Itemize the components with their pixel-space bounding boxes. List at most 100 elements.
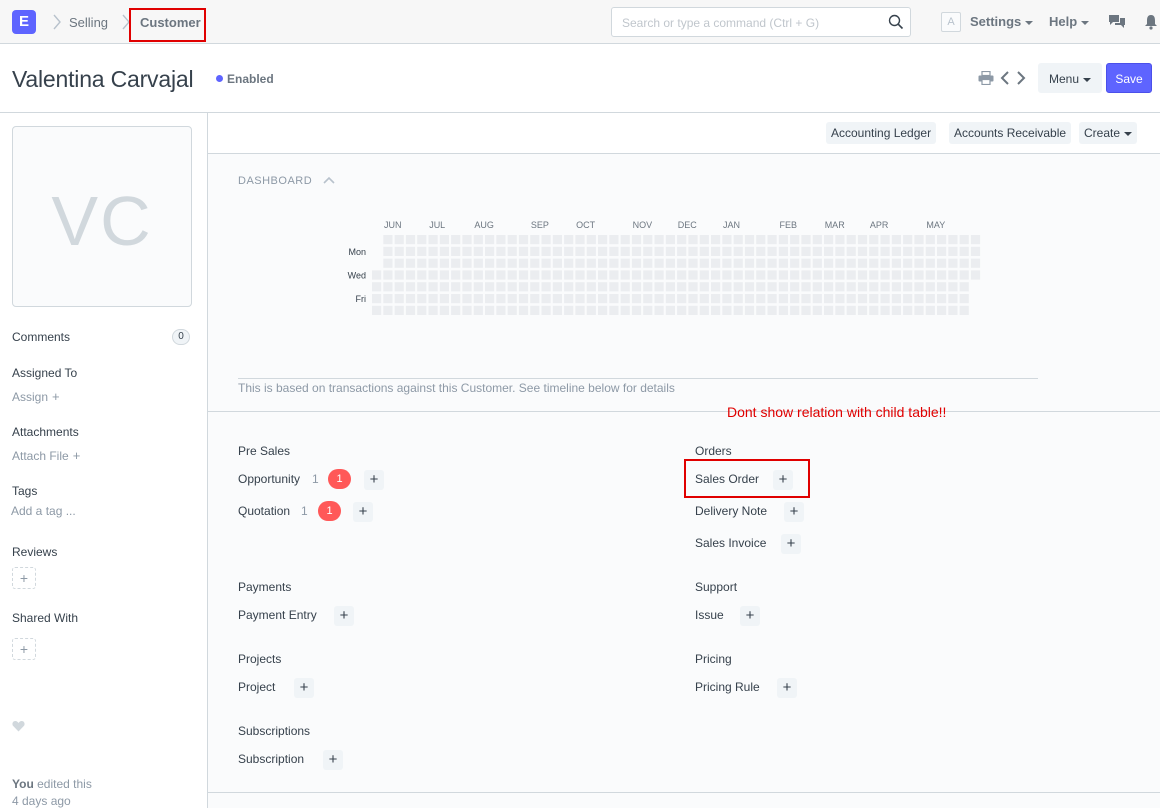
- link-pricing-rule[interactable]: Pricing Rule: [695, 680, 760, 694]
- heatmap-day-cell: [405, 305, 416, 315]
- attach-file-link[interactable]: Attach File +: [12, 448, 80, 463]
- breadcrumb-selling[interactable]: Selling: [69, 15, 108, 30]
- heatmap-day-cell: [586, 294, 596, 304]
- chevron-right-icon[interactable]: [1015, 70, 1027, 86]
- heatmap-day-cell: [677, 294, 687, 304]
- chat-icon[interactable]: [1108, 13, 1126, 31]
- add-review-button[interactable]: +: [12, 567, 36, 589]
- chevron-up-icon[interactable]: [323, 176, 335, 184]
- save-button[interactable]: Save: [1106, 63, 1152, 93]
- link-issue[interactable]: Issue: [695, 608, 724, 622]
- chevron-left-icon[interactable]: [999, 70, 1011, 86]
- heatmap-day-cell: [507, 282, 517, 292]
- heatmap-month-label: NOV: [633, 220, 653, 230]
- quotation-open-badge[interactable]: 1: [318, 501, 341, 521]
- heatmap-day-cell: [586, 235, 596, 245]
- help-dropdown[interactable]: Help: [1049, 14, 1090, 29]
- user-avatar[interactable]: A: [941, 12, 961, 32]
- add-opportunity-button[interactable]: +: [364, 470, 384, 490]
- heatmap-day-cell: [439, 305, 449, 315]
- heatmap-day-cell: [835, 305, 845, 315]
- heatmap-day-cell: [598, 246, 608, 256]
- accounts-receivable-button[interactable]: Accounts Receivable: [949, 122, 1072, 144]
- heatmap-day-cell: [790, 258, 800, 268]
- heatmap-day-cell: [631, 305, 642, 315]
- comments-label: Comments: [12, 330, 71, 344]
- add-pricing-rule-button[interactable]: +: [777, 678, 797, 698]
- settings-label: Settings: [970, 14, 1022, 29]
- heatmap-day-cell: [654, 246, 664, 256]
- heatmap-day-cell: [496, 294, 506, 304]
- heatmap-day-cell: [778, 235, 788, 245]
- heatmap-day-cell: [473, 270, 483, 280]
- menu-button[interactable]: Menu: [1038, 63, 1102, 93]
- link-project[interactable]: Project: [238, 680, 275, 694]
- add-sales-invoice-button[interactable]: +: [781, 534, 801, 554]
- heatmap-day-cell: [699, 235, 709, 245]
- heatmap-day-cell: [507, 246, 517, 256]
- heatmap-day-cell: [733, 305, 743, 315]
- link-subscription[interactable]: Subscription: [238, 752, 304, 766]
- app-logo[interactable]: E: [12, 10, 36, 34]
- heatmap-day-cell: [485, 270, 495, 280]
- heatmap-day-cell: [677, 282, 687, 292]
- printer-icon[interactable]: [978, 71, 994, 85]
- heatmap-day-cell: [462, 235, 472, 245]
- heatmap-day-cell: [925, 294, 935, 304]
- heatmap-day-cell: [439, 294, 449, 304]
- heatmap-day-cell: [914, 305, 924, 315]
- heatmap-day-cell: [643, 282, 653, 292]
- add-subscription-button[interactable]: +: [323, 750, 343, 770]
- heatmap-day-cell: [937, 305, 947, 315]
- link-delivery-note[interactable]: Delivery Note: [695, 504, 767, 518]
- add-tag-input[interactable]: Add a tag ...: [11, 504, 76, 518]
- heatmap-day-cell: [417, 270, 427, 280]
- opportunity-open-badge[interactable]: 1: [328, 469, 351, 489]
- group-pricing-title: Pricing: [695, 652, 732, 666]
- annotation-highlight-box: [684, 459, 810, 498]
- add-delivery-note-button[interactable]: +: [784, 502, 804, 522]
- add-issue-button[interactable]: +: [740, 606, 760, 626]
- link-sales-invoice[interactable]: Sales Invoice: [695, 536, 766, 550]
- heatmap-day-cell: [778, 258, 788, 268]
- heatmap-day-cell: [756, 235, 766, 245]
- customer-image[interactable]: VC: [12, 126, 192, 307]
- heatmap-day-cell: [541, 258, 551, 268]
- heatmap-day-cell: [891, 282, 901, 292]
- add-payment-entry-button[interactable]: +: [334, 606, 354, 626]
- heatmap-day-cell: [564, 258, 574, 268]
- heatmap-day-cell: [903, 270, 913, 280]
- heatmap-day-cell: [903, 258, 913, 268]
- group-support-title: Support: [695, 580, 738, 594]
- assign-link[interactable]: Assign +: [12, 389, 60, 404]
- search-input[interactable]: Search or type a command (Ctrl + G): [611, 7, 911, 37]
- heatmap-day-cell: [564, 305, 574, 315]
- heatmap-day-cell: [473, 294, 483, 304]
- heatmap-day-cell: [744, 235, 755, 245]
- link-quotation[interactable]: Quotation: [238, 504, 290, 518]
- search-icon[interactable]: [888, 14, 904, 30]
- chevron-right-icon: [53, 14, 61, 30]
- heatmap-day-cell: [428, 258, 438, 268]
- heatmap-day-cell: [790, 305, 800, 315]
- form-sidebar: VC Comments 0 Assigned To Assign + Attach…: [0, 113, 208, 808]
- settings-dropdown[interactable]: Settings: [970, 14, 1034, 29]
- heatmap-day-cell: [959, 305, 969, 315]
- add-quotation-button[interactable]: +: [353, 502, 373, 522]
- create-dropdown[interactable]: Create: [1079, 122, 1138, 144]
- link-payment-entry[interactable]: Payment Entry: [238, 608, 317, 622]
- bell-icon[interactable]: [1142, 13, 1160, 31]
- heatmap-day-cell: [552, 282, 562, 292]
- activity-time: 4 days ago: [12, 794, 71, 808]
- heatmap-day-cell: [733, 294, 743, 304]
- accounting-ledger-button[interactable]: Accounting Ledger: [826, 122, 937, 144]
- heatmap-day-cell: [824, 305, 834, 315]
- link-opportunity[interactable]: Opportunity: [238, 472, 300, 486]
- heatmap-day-cell: [564, 246, 574, 256]
- opportunity-count: 1: [312, 472, 319, 486]
- add-project-button[interactable]: +: [294, 678, 314, 698]
- add-share-button[interactable]: +: [12, 638, 36, 660]
- heart-icon[interactable]: [12, 720, 25, 732]
- heatmap-day-cell: [711, 294, 721, 304]
- heatmap-day-cell: [970, 246, 981, 256]
